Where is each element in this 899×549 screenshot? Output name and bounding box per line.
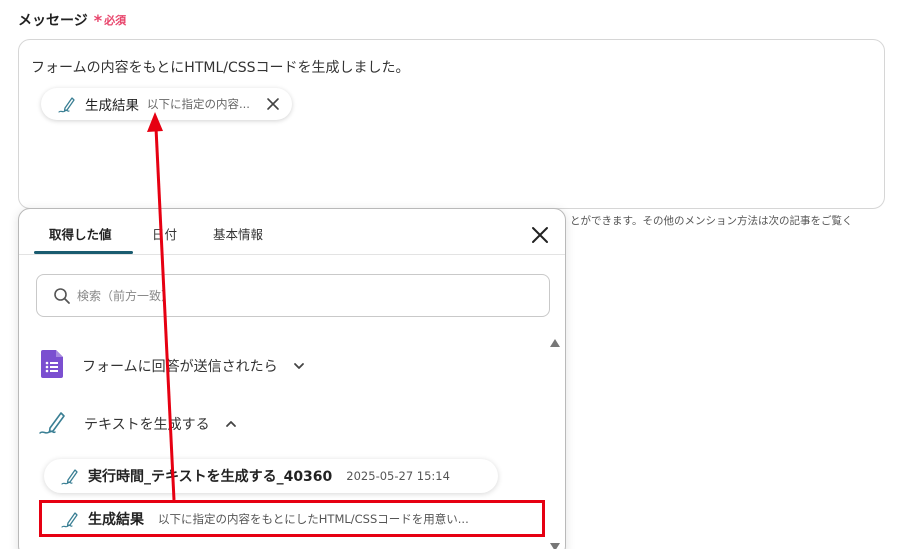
message-field-label: メッセージ * 必須 xyxy=(18,10,126,30)
group-form-trigger[interactable]: フォームに回答が送信されたら xyxy=(40,349,306,383)
search-input[interactable]: 検索（前方一致） xyxy=(36,274,550,317)
annotation-highlight-box xyxy=(39,500,545,537)
pen-icon xyxy=(60,465,82,487)
required-text: 必須 xyxy=(104,14,127,27)
tab-acquired-values[interactable]: 取得した値 xyxy=(49,224,112,243)
item-subtitle: 2025-05-27 15:14 xyxy=(346,469,450,483)
group-label: フォームに回答が送信されたら xyxy=(82,359,278,375)
popover-tabs: 取得した値 日付 基本情報 xyxy=(19,209,565,255)
message-text: フォームの内容をもとにHTML/CSSコードを生成しました。 xyxy=(31,60,410,76)
list-item-execution-time[interactable]: 実行時間_テキストを生成する_40360 2025-05-27 15:14 xyxy=(44,459,498,493)
scrollbar[interactable] xyxy=(548,339,560,549)
close-icon[interactable] xyxy=(531,226,549,244)
item-title: 実行時間_テキストを生成する_40360 xyxy=(88,469,333,485)
message-textarea[interactable]: フォームの内容をもとにHTML/CSSコードを生成しました。 生成結果 以下に指… xyxy=(18,39,885,209)
group-label: テキストを生成する xyxy=(84,417,210,433)
pen-icon xyxy=(57,93,79,115)
variable-chip[interactable]: 生成結果 以下に指定の内容... xyxy=(41,88,292,120)
field-label-text: メッセージ xyxy=(18,13,88,29)
chip-subtitle: 以下に指定の内容... xyxy=(147,97,250,111)
help-text: とができます。その他のメンション方法は次の記事をご覧く xyxy=(570,215,853,227)
scroll-up-arrow-icon[interactable] xyxy=(550,339,560,347)
required-mark: * xyxy=(93,10,103,30)
chevron-down-icon xyxy=(292,359,306,373)
search-placeholder: 検索（前方一致） xyxy=(77,289,174,303)
active-tab-indicator xyxy=(34,251,133,254)
scroll-down-arrow-icon[interactable] xyxy=(550,543,560,549)
tab-basic-info[interactable]: 基本情報 xyxy=(213,224,263,243)
pen-icon xyxy=(38,407,68,441)
group-text-generation[interactable]: テキストを生成する xyxy=(38,407,238,441)
search-icon xyxy=(53,287,71,305)
chevron-up-icon xyxy=(224,417,238,431)
tab-date[interactable]: 日付 xyxy=(152,224,177,243)
close-icon[interactable] xyxy=(266,97,280,111)
chip-title: 生成結果 xyxy=(85,98,139,114)
google-forms-icon xyxy=(40,349,64,383)
